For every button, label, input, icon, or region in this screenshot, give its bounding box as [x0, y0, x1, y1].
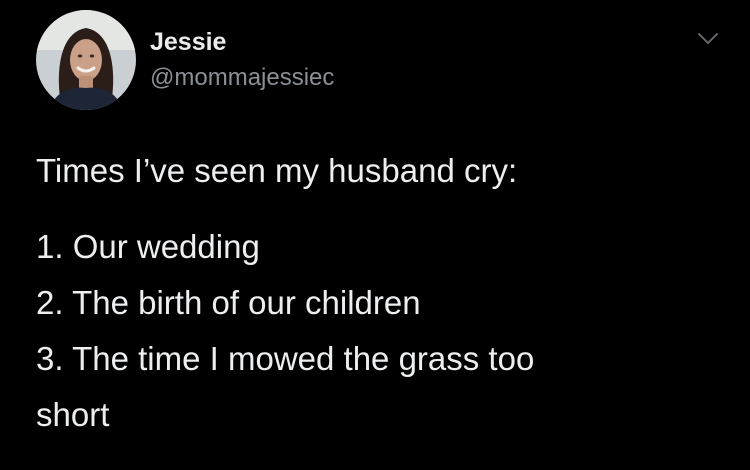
tweet-text: Times I’ve seen my husband cry: 1. Our w…	[36, 143, 726, 443]
tweet-list-line: 2. The birth of our children	[36, 284, 421, 321]
avatar[interactable]	[36, 10, 136, 110]
tweet-list-line: 3. The time I mowed the grass too	[36, 340, 535, 377]
tweet-card: Jessie @mommajessiec Times I’ve seen my …	[0, 0, 750, 470]
user-handle[interactable]: @mommajessiec	[150, 64, 334, 92]
chevron-down-icon[interactable]	[690, 24, 726, 52]
avatar-photo	[36, 10, 136, 110]
tweet-intro-line: Times I’ve seen my husband cry:	[36, 152, 518, 189]
tweet-list-line: short	[36, 396, 110, 433]
display-name[interactable]: Jessie	[150, 28, 226, 57]
tweet-list-line: 1. Our wedding	[36, 228, 260, 265]
